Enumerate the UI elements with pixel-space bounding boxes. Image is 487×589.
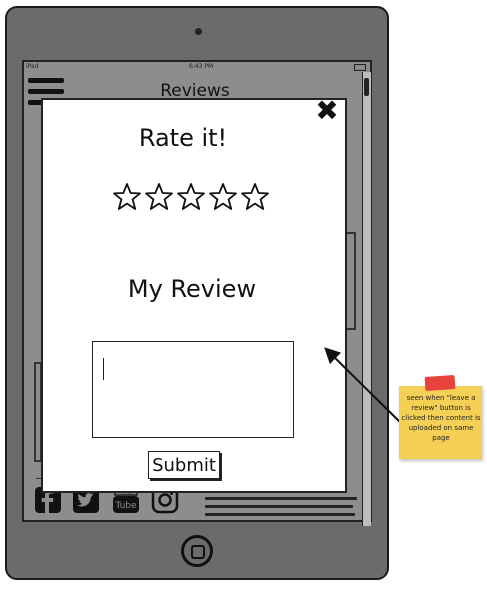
svg-text:Tube: Tube <box>114 501 137 511</box>
home-button[interactable] <box>181 535 213 567</box>
star-icon[interactable] <box>112 182 142 212</box>
star-rating[interactable] <box>112 182 272 216</box>
camera-dot <box>195 28 202 35</box>
sticky-note-text: seen when "leave a review" button is cli… <box>401 394 481 442</box>
review-textarea[interactable] <box>92 341 294 438</box>
carrier-label: iPad <box>26 63 39 70</box>
rate-heading: Rate it! <box>138 124 228 152</box>
status-time: 6:43 PM <box>189 63 214 70</box>
star-icon[interactable] <box>240 182 270 212</box>
star-icon[interactable] <box>176 182 206 212</box>
sticky-note-pin <box>424 374 456 392</box>
status-bar: iPad 6:43 PM <box>24 61 370 72</box>
scrollbar[interactable] <box>362 72 371 526</box>
footer-text-line <box>205 513 355 516</box>
text-caret <box>103 358 104 380</box>
footer-text-line <box>205 505 353 508</box>
submit-button[interactable]: Submit <box>148 451 220 479</box>
review-heading: My Review <box>127 275 257 303</box>
footer-text-line <box>205 497 357 500</box>
star-icon[interactable] <box>208 182 238 212</box>
battery-icon <box>354 64 366 71</box>
close-icon[interactable]: ✖ <box>314 97 340 125</box>
star-icon[interactable] <box>144 182 174 212</box>
